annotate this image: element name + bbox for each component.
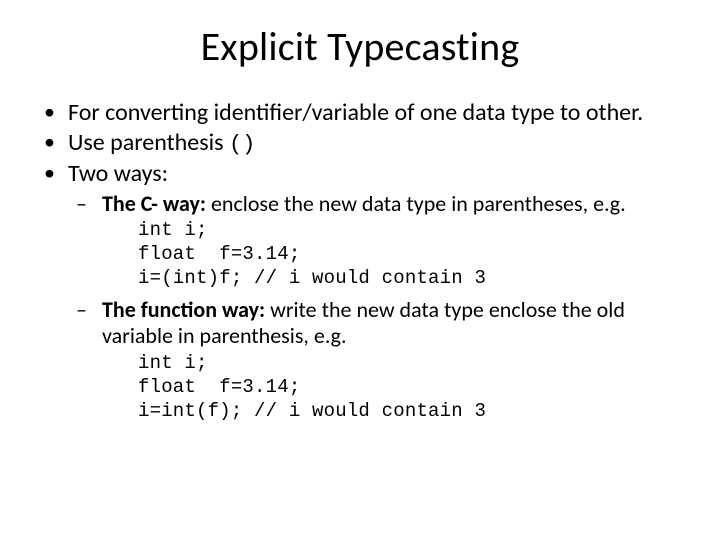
sub-item-label: The function way: [102,296,265,323]
inline-code: () [229,132,255,157]
slide-title: Explicit Typecasting [40,22,680,71]
bullet-item: For converting identifier/variable of on… [64,99,680,127]
code-block: int i; float f=3.14; i=int(f); // i woul… [138,352,680,423]
sub-item: The function way: write the new data typ… [98,297,680,424]
bullet-list: For converting identifier/variable of on… [40,99,680,424]
code-line: i=int(f); // i would contain 3 [138,400,486,422]
bullet-text: Use parenthesis [68,128,229,157]
sub-list: The C- way: enclose the new data type in… [68,191,680,424]
bullet-item: Use parenthesis () [64,129,680,158]
code-line: i=(int)f; // i would contain 3 [138,267,486,289]
bullet-text: Two ways: [68,159,168,188]
code-line: float f=3.14; [138,376,300,398]
slide: Explicit Typecasting For converting iden… [0,0,720,540]
code-line: int i; [138,352,208,374]
sub-item-label: The C- way: [102,190,206,217]
code-line: int i; [138,219,208,241]
sub-item-text: enclose the new data type in parentheses… [206,190,626,217]
code-block: int i; float f=3.14; i=(int)f; // i woul… [138,219,680,290]
sub-item: The C- way: enclose the new data type in… [98,191,680,291]
bullet-item: Two ways: The C- way: enclose the new da… [64,160,680,423]
code-line: float f=3.14; [138,243,300,265]
